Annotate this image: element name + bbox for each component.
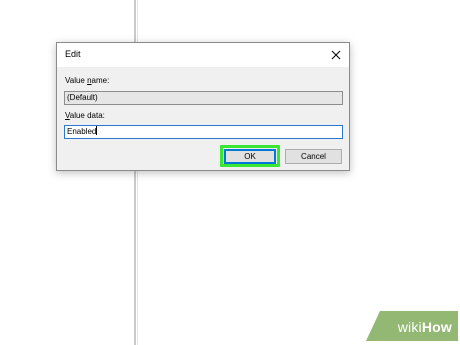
text-caret — [96, 126, 98, 135]
cancel-button[interactable]: Cancel — [285, 149, 342, 164]
ok-button[interactable]: OK — [224, 149, 276, 164]
dialog-title: Edit — [65, 49, 81, 59]
close-icon — [331, 50, 341, 60]
close-button[interactable] — [325, 44, 347, 66]
screen: Edit Value name: (Default) Value data: E… — [0, 0, 460, 345]
value-name-field: (Default) — [64, 91, 343, 105]
dialog-titlebar: Edit — [57, 43, 349, 67]
value-data-input[interactable]: Enabled — [64, 125, 343, 139]
value-name-label: Value name: — [65, 76, 110, 85]
value-data-label: Value data: — [65, 111, 105, 120]
wikihow-logo: wikiHow — [397, 319, 452, 335]
edit-string-dialog: Edit Value name: (Default) Value data: E… — [56, 42, 350, 171]
